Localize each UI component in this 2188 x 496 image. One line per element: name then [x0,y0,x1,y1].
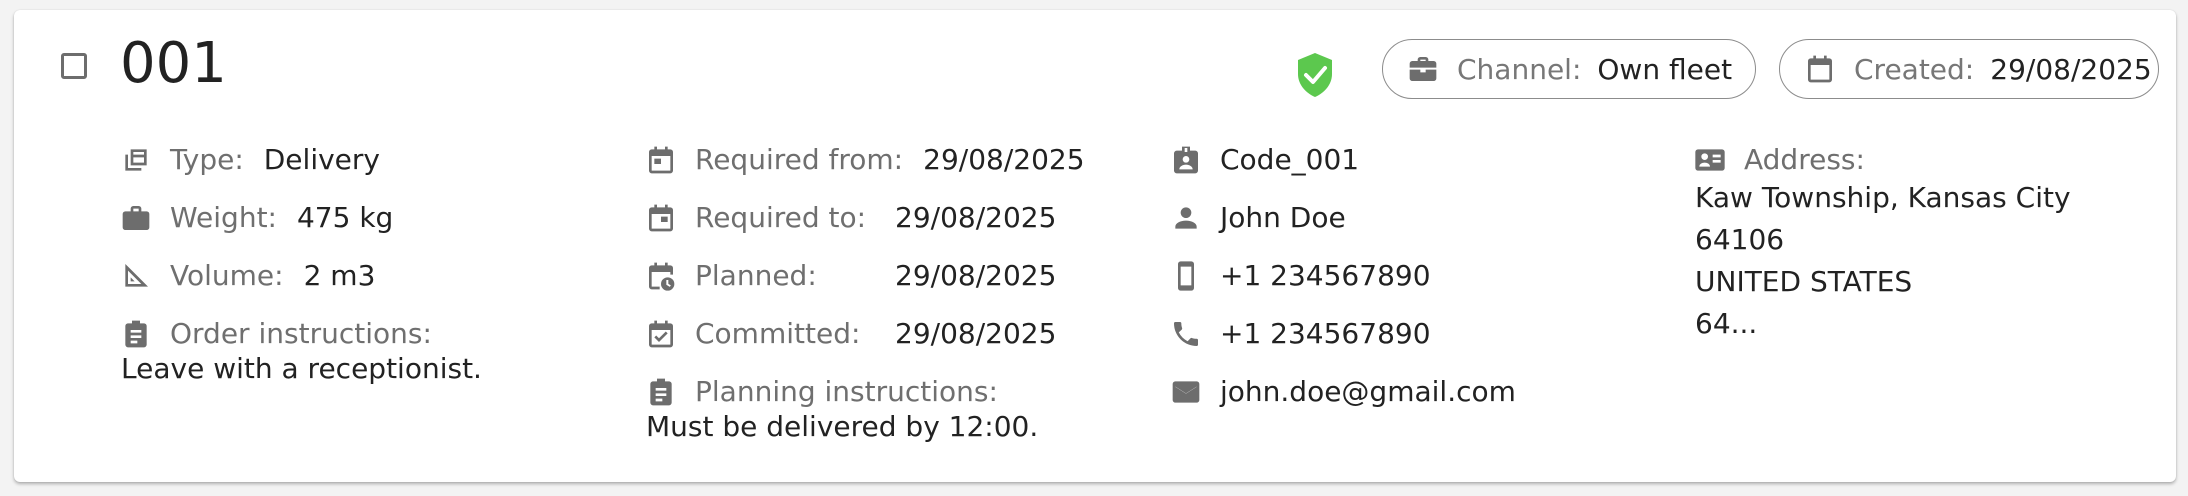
briefcase-icon [122,206,150,230]
required-from-row: Required from: 29/08/2025 [645,144,1085,176]
code-row: Code_001 [1170,144,1359,176]
type-label: Type: [170,143,244,176]
address-line-2: 64106 [1695,223,1785,256]
address-line-4: 64... [1695,307,1758,340]
address-line-3: UNITED STATES [1695,265,1913,298]
required-to-label: Required to: [695,201,867,234]
created-value: 29/08/2025 [1990,52,2152,86]
planned-label: Planned: [695,259,817,292]
order-instructions-value: Leave with a receptionist. [121,352,482,385]
address-line-1: Kaw Township, Kansas City [1695,181,2071,214]
volume-label: Volume: [170,259,284,292]
clipboard-icon [125,320,147,348]
committed-label: Committed: [695,317,861,350]
order-instructions-row: Order instructions: [120,318,432,350]
briefcase-icon [1409,57,1437,81]
planning-instructions-label: Planning instructions: [695,375,998,408]
required-to-value: 29/08/2025 [895,201,1057,234]
id-card-icon [1695,149,1725,171]
channel-chip[interactable]: Channel: Own fleet [1382,39,1756,99]
required-from-value: 29/08/2025 [923,143,1085,176]
volume-row: Volume: 2 m3 [120,260,375,292]
channel-label: Channel: [1457,52,1582,86]
planned-row: Planned: 29/08/2025 [645,259,1056,292]
mail-icon [1172,381,1200,403]
calendar-icon [649,146,673,174]
order-id: 001 [120,31,227,96]
email-row: john.doe@gmail.com [1170,376,1516,408]
calendar-icon [649,204,673,232]
person-icon [1175,207,1197,229]
ruler-triangle-icon [125,264,148,287]
type-value: Delivery [263,143,380,176]
mobile-row: +1 234567890 [1170,260,1431,292]
smartphone-icon [1178,261,1194,291]
required-from-label: Required from: [695,143,904,176]
calendar-check-icon [649,320,673,348]
type-row: Type: Delivery [120,144,380,176]
contact-email[interactable]: john.doe@gmail.com [1220,378,1516,406]
badge-icon [1174,146,1198,174]
planning-instructions-value: Must be delivered by 12:00. [646,410,1039,443]
address-row: Address: [1694,144,1865,176]
contact-name: John Doe [1220,201,1346,234]
created-chip[interactable]: Created: 29/08/2025 [1779,39,2159,99]
weight-row: Weight: 475 kg [120,202,393,234]
order-card: 001 Channel: Own fleet Created: 29/08/20… [14,10,2176,482]
contact-phone[interactable]: +1 234567890 [1220,320,1431,348]
required-to-row: Required to: 29/08/2025 [645,201,1056,234]
created-label: Created: [1854,52,1975,86]
planning-instructions-row: Planning instructions: [645,376,998,408]
volume-value: 2 m3 [303,259,376,292]
committed-row: Committed: 29/08/2025 [645,317,1056,350]
order-instructions-label: Order instructions: [170,317,432,350]
channel-value: Own fleet [1597,52,1733,86]
phone-icon [1174,322,1198,346]
contact-code: Code_001 [1220,143,1360,176]
planned-value: 29/08/2025 [895,259,1057,292]
clipboard-icon [650,378,672,406]
layers-icon [125,149,147,171]
calendar-icon [1808,55,1832,83]
select-checkbox[interactable] [61,53,87,79]
name-row: John Doe [1170,202,1346,234]
weight-value: 475 kg [296,201,394,234]
contact-mobile[interactable]: +1 234567890 [1220,262,1431,290]
address-label: Address: [1744,143,1865,176]
weight-label: Weight: [170,201,277,234]
committed-value: 29/08/2025 [895,317,1057,350]
phone-row: +1 234567890 [1170,318,1431,350]
calendar-clock-icon [649,262,675,291]
shield-check-icon [1298,53,1332,97]
